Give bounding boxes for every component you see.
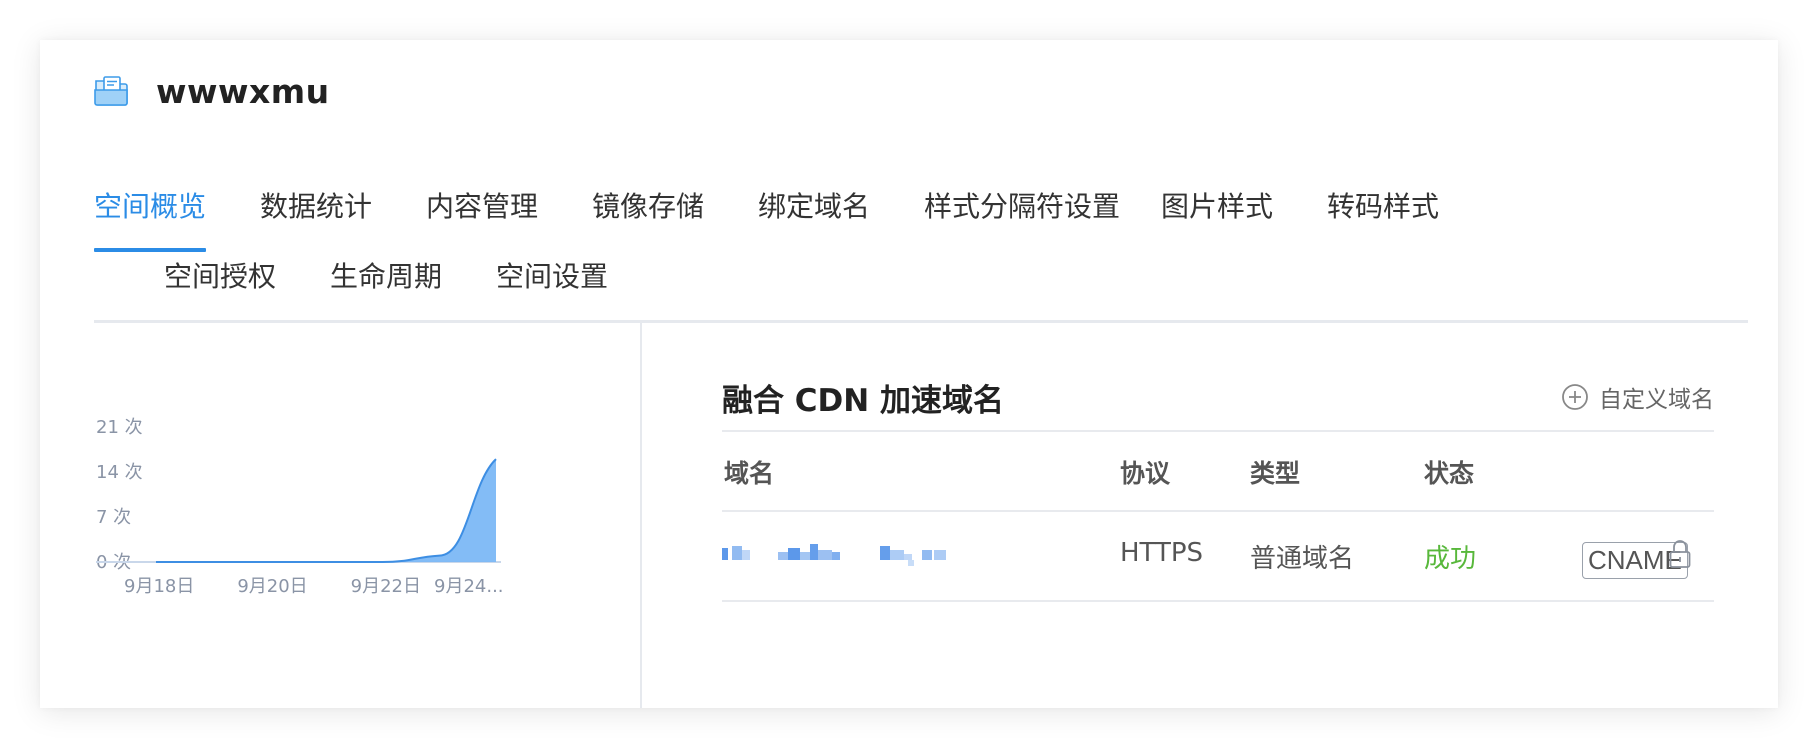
tab-transcode-style[interactable]: 转码样式 <box>1327 185 1439 225</box>
chart-svg: 21 次14 次7 次0 次9月18日 9月20日 9月22日 9月24... <box>96 417 504 597</box>
table-row: HTTPS 普通域名 成功 CNAME <box>722 512 1714 600</box>
tab-bind-domain[interactable]: 绑定域名 <box>758 185 870 225</box>
y-tick-label: 14 次 <box>96 462 143 483</box>
column-header-domain: 域名 <box>724 459 775 488</box>
tabs-divider <box>94 320 1748 323</box>
table-bottom-rule <box>722 600 1714 602</box>
tab-space-authorization[interactable]: 空间授权 <box>164 255 276 295</box>
y-tick-label: 21 次 <box>96 417 143 438</box>
active-tab-indicator <box>94 248 206 252</box>
cdn-section-title: 融合 CDN 加速域名 <box>722 383 1005 419</box>
bucket-overview-card: wwwxmu 空间概览 数据统计 内容管理 镜像存储 绑定域名 样式分隔符设置 … <box>40 40 1778 708</box>
column-header-type: 类型 <box>1250 459 1301 488</box>
protocol-value: HTTPS <box>1120 538 1204 568</box>
cdn-domain-table: 域名 协议 类型 状态 HTTPS 普通域名 成功 CNAME <box>722 430 1714 602</box>
x-tick-label: 9月22日 <box>351 576 421 597</box>
tab-bar: 空间概览 数据统计 内容管理 镜像存储 绑定域名 样式分隔符设置 图片样式 转码… <box>94 185 1764 293</box>
tab-image-style[interactable]: 图片样式 <box>1161 185 1273 225</box>
tab-data-statistics[interactable]: 数据统计 <box>260 185 372 225</box>
tab-space-settings[interactable]: 空间设置 <box>496 255 608 295</box>
table-header: 域名 协议 类型 状态 <box>722 432 1714 510</box>
tab-row-primary: 空间概览 数据统计 内容管理 镜像存储 绑定域名 样式分隔符设置 图片样式 转码… <box>94 185 1764 255</box>
bucket-header: wwwxmu <box>92 72 330 111</box>
column-header-protocol: 协议 <box>1120 459 1171 488</box>
series-line <box>155 458 497 563</box>
column-header-status: 状态 <box>1424 459 1475 488</box>
y-tick-label: 7 次 <box>96 507 131 528</box>
series-area <box>156 459 496 562</box>
request-count-chart: 21 次 14 次7 次0 次 9月18日 9月20日 9月22日 9月24... <box>96 370 596 690</box>
tab-content-management[interactable]: 内容管理 <box>426 185 538 225</box>
tab-space-overview[interactable]: 空间概览 <box>94 185 206 225</box>
x-tick-label: 9月18日 <box>124 576 194 597</box>
plus-circle-icon <box>1562 384 1588 410</box>
bucket-title: wwwxmu <box>156 72 330 111</box>
lock-icon[interactable] <box>1668 538 1692 570</box>
custom-domain-button[interactable]: 自定义域名 <box>1561 380 1714 414</box>
x-tick-label: 9月20日 <box>237 576 307 597</box>
tab-style-separator[interactable]: 样式分隔符设置 <box>924 185 1120 225</box>
tab-row-secondary: 空间授权 生命周期 空间设置 <box>94 255 1764 305</box>
panel-divider <box>640 323 642 708</box>
x-tick-label: 9月24... <box>434 576 504 597</box>
tab-mirror-storage[interactable]: 镜像存储 <box>592 185 704 225</box>
obscured-domain-name[interactable] <box>722 540 972 570</box>
domain-type-value: 普通域名 <box>1250 544 1355 574</box>
folder-icon <box>94 75 128 106</box>
custom-domain-label: 自定义域名 <box>1599 387 1714 413</box>
status-badge: 成功 <box>1424 544 1477 574</box>
tab-lifecycle[interactable]: 生命周期 <box>330 255 442 295</box>
